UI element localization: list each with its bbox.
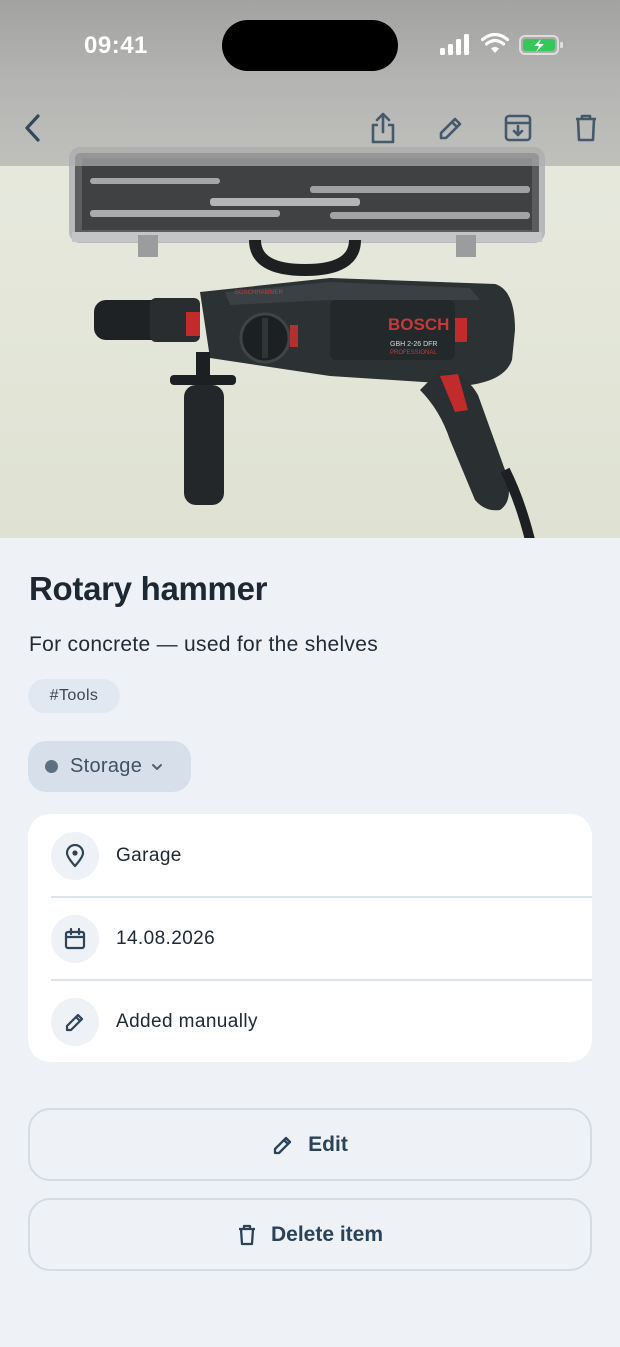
location-pin-icon [65, 843, 85, 867]
status-icons [440, 33, 563, 55]
location-row: Garage [28, 814, 592, 897]
cellular-signal-icon [440, 34, 469, 55]
back-button[interactable] [14, 108, 54, 148]
battery-icon [519, 35, 563, 55]
delete-toolbar-button[interactable] [566, 108, 606, 148]
trash-icon [238, 1224, 255, 1245]
archive-button[interactable] [498, 108, 538, 148]
status-bar: 09:41 [0, 0, 620, 92]
source-text: Added manually [116, 1010, 258, 1032]
trash-icon [576, 114, 596, 142]
edit-button-label: Edit [308, 1132, 348, 1156]
edit-toolbar-button[interactable] [431, 108, 471, 148]
pencil-icon [274, 1136, 292, 1154]
item-description: For concrete — used for the shelves [29, 633, 378, 656]
date-row: 14.08.2026 [28, 897, 592, 980]
chevron-down-icon [152, 763, 163, 770]
date-text: 14.08.2026 [116, 927, 216, 949]
location-text: Garage [116, 844, 182, 866]
status-dropdown[interactable]: Storage [28, 741, 191, 792]
status-dot [45, 760, 58, 773]
source-icon-wrap [51, 997, 99, 1046]
archive-icon [504, 114, 532, 142]
pencil-icon [439, 117, 462, 140]
item-title: Rotary hammer [29, 570, 268, 607]
details-card: Garage 14.08.2026 Added manually [28, 814, 592, 1062]
date-icon-wrap [51, 914, 99, 963]
wifi-icon [480, 33, 510, 53]
calendar-icon [64, 927, 86, 949]
hero-top-label: BOSCHHAMMER [235, 290, 284, 296]
pencil-icon [65, 1013, 84, 1031]
delete-button-label: Delete item [270, 1222, 384, 1246]
status-time: 09:41 [84, 32, 148, 59]
source-row: Added manually [28, 980, 592, 1063]
chevron-left-icon [25, 114, 40, 142]
share-button[interactable] [363, 108, 403, 148]
dynamic-island [222, 20, 398, 71]
status-label: Storage [70, 755, 143, 777]
hero-model-sub-label: PROFESSIONAL [390, 350, 437, 356]
hero-brand-label: BOSCH [388, 315, 449, 334]
hero-model-label: GBH 2-26 DFR [390, 341, 437, 348]
tag-chip[interactable]: #Tools [28, 679, 120, 713]
edit-button[interactable]: Edit [28, 1108, 592, 1181]
share-icon [371, 112, 395, 144]
delete-item-button[interactable]: Delete item [28, 1198, 592, 1271]
location-icon-wrap [51, 831, 99, 880]
